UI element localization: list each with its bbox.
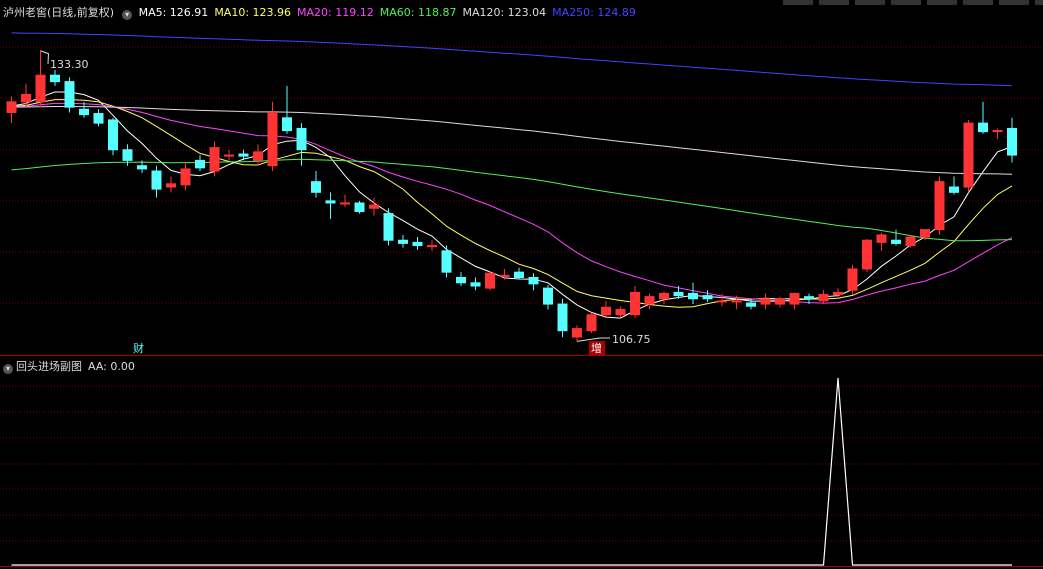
candle[interactable] <box>224 149 234 161</box>
candle[interactable] <box>514 267 524 280</box>
candle[interactable] <box>383 208 394 246</box>
candle[interactable] <box>427 240 437 251</box>
candle[interactable] <box>108 117 118 156</box>
candle[interactable] <box>992 128 1003 140</box>
candle[interactable] <box>354 200 365 214</box>
candle[interactable] <box>470 277 481 291</box>
candle[interactable] <box>760 293 771 310</box>
marker-zeng[interactable]: 增 <box>591 341 602 355</box>
ma-line <box>11 158 1013 242</box>
low-price-label: 106.75 <box>612 333 651 346</box>
candle[interactable] <box>789 292 800 310</box>
ma-line <box>11 91 1013 319</box>
moving-average-lines <box>11 32 1013 319</box>
candle[interactable] <box>325 192 336 219</box>
candle[interactable] <box>253 144 263 166</box>
ma-line <box>11 106 1013 175</box>
aa-line <box>11 377 1012 566</box>
ma-line <box>11 99 1013 308</box>
high-pointer <box>40 50 50 65</box>
candle[interactable] <box>543 284 553 310</box>
candle[interactable] <box>934 176 945 235</box>
kline-chart[interactable]: 133.30 106.75 财 增 <box>0 0 1043 569</box>
low-pointer <box>576 337 610 342</box>
candle[interactable] <box>702 290 713 302</box>
candle[interactable] <box>818 290 829 305</box>
candle[interactable] <box>267 101 278 172</box>
candle[interactable] <box>586 312 597 333</box>
candle[interactable] <box>644 293 655 310</box>
candle[interactable] <box>311 171 321 198</box>
candle[interactable] <box>398 234 408 248</box>
annotations <box>40 50 610 342</box>
candle[interactable] <box>166 176 176 193</box>
candle[interactable] <box>775 296 785 308</box>
candle[interactable] <box>93 109 104 127</box>
ma-line <box>11 32 1013 87</box>
candle[interactable] <box>862 239 872 273</box>
candle[interactable] <box>528 273 539 291</box>
candle[interactable] <box>630 286 640 318</box>
ma-line <box>11 102 1013 304</box>
candle[interactable] <box>876 232 887 251</box>
candle[interactable] <box>456 272 466 286</box>
candle[interactable] <box>50 69 60 86</box>
candle[interactable] <box>64 77 75 113</box>
candle[interactable] <box>659 291 669 305</box>
candle[interactable] <box>35 50 46 108</box>
candle[interactable] <box>151 165 162 198</box>
candle[interactable] <box>412 237 423 250</box>
candle[interactable] <box>963 119 974 193</box>
candle[interactable] <box>847 264 858 295</box>
subchart-plot <box>11 377 1012 566</box>
grid-lines <box>0 46 1043 567</box>
candle[interactable] <box>441 245 452 278</box>
candle[interactable] <box>688 282 698 305</box>
candle[interactable] <box>905 234 916 248</box>
candle[interactable] <box>209 141 220 177</box>
candle[interactable] <box>978 101 988 134</box>
candle[interactable] <box>1007 117 1017 163</box>
candle[interactable] <box>180 162 191 191</box>
candle[interactable] <box>195 155 205 172</box>
marker-cai[interactable]: 财 <box>133 341 144 355</box>
high-price-label: 133.30 <box>50 58 89 71</box>
candle[interactable] <box>557 298 568 338</box>
candlesticks <box>6 50 1017 342</box>
candle[interactable] <box>572 325 582 342</box>
candle[interactable] <box>949 176 959 195</box>
candle[interactable] <box>485 271 495 291</box>
candle[interactable] <box>282 85 292 134</box>
candle[interactable] <box>6 96 17 124</box>
